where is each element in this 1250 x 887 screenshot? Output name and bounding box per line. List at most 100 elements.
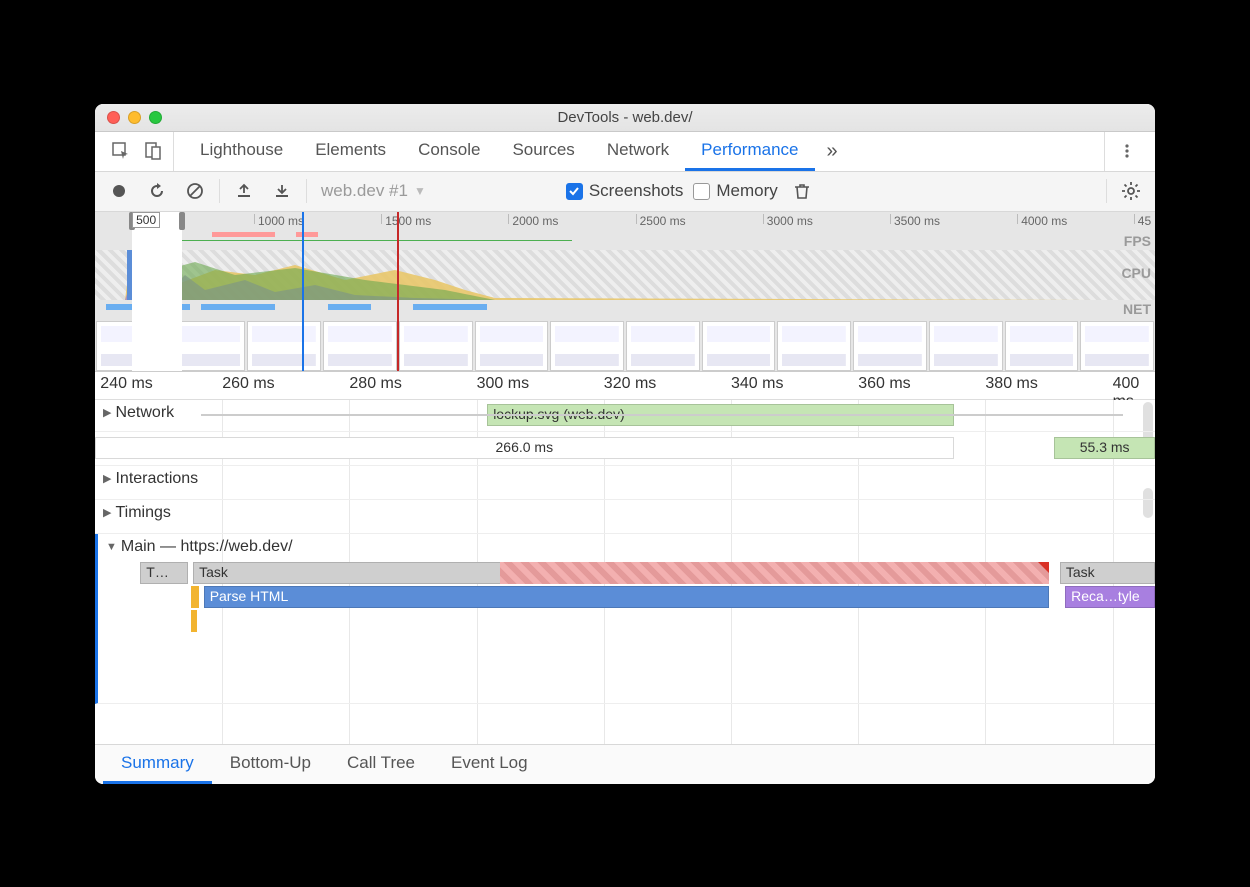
overview-tick: 2500 ms bbox=[636, 214, 686, 224]
details-tab-summary[interactable]: Summary bbox=[103, 745, 212, 784]
filmstrip-thumbnail[interactable] bbox=[702, 321, 776, 371]
filmstrip-thumbnail[interactable] bbox=[853, 321, 927, 371]
filmstrip-thumbnail[interactable] bbox=[550, 321, 624, 371]
flame-bar[interactable]: Reca…tyle bbox=[1065, 586, 1155, 608]
overview-tick: 4000 ms bbox=[1017, 214, 1067, 224]
filmstrip-thumbnail[interactable] bbox=[475, 321, 549, 371]
timeline-overview[interactable]: 5001000 ms1500 ms2000 ms2500 ms3000 ms35… bbox=[95, 212, 1155, 372]
tab-lighthouse[interactable]: Lighthouse bbox=[184, 132, 299, 171]
minimize-window-button[interactable] bbox=[128, 111, 141, 124]
task-bar[interactable]: Task bbox=[1060, 562, 1155, 584]
fps-lane-label: FPS bbox=[1124, 230, 1151, 252]
filmstrip-thumbnail[interactable] bbox=[247, 321, 321, 371]
chevron-right-icon: ▶ bbox=[103, 406, 111, 419]
details-tab-bottom-up[interactable]: Bottom-Up bbox=[212, 745, 329, 784]
filmstrip-thumbnail[interactable] bbox=[1005, 321, 1079, 371]
selection-end-handle[interactable] bbox=[179, 212, 185, 230]
track-timings[interactable]: ▶ Timings bbox=[95, 500, 1155, 534]
filmstrip-thumbnail[interactable] bbox=[399, 321, 473, 371]
track-frames[interactable]: ▶Frames 266.0 ms 55.3 ms bbox=[95, 432, 1155, 466]
save-profile-button[interactable] bbox=[268, 177, 296, 205]
reload-profile-button[interactable] bbox=[143, 177, 171, 205]
memory-label: Memory bbox=[716, 181, 777, 201]
network-waterfall-line bbox=[201, 414, 1123, 416]
cpu-activity-chart bbox=[95, 250, 1095, 300]
overview-filmstrip bbox=[95, 321, 1155, 371]
filmstrip-thumbnail[interactable] bbox=[1080, 321, 1154, 371]
more-menu-icon[interactable] bbox=[1113, 137, 1141, 165]
track-network-label: Network bbox=[115, 404, 174, 422]
memory-checkbox[interactable]: Memory bbox=[693, 181, 777, 201]
dropdown-chevron-icon: ▼ bbox=[414, 184, 426, 198]
garbage-collect-button[interactable] bbox=[788, 177, 816, 205]
filmstrip-thumbnail[interactable] bbox=[777, 321, 851, 371]
overview-tick: 45 bbox=[1134, 214, 1151, 224]
track-main[interactable]: ▼Main — https://web.dev/ T…TaskTaskParse… bbox=[95, 534, 1155, 704]
recording-selector[interactable]: web.dev #1 ▼ bbox=[321, 181, 426, 201]
script-eval-bar[interactable] bbox=[191, 586, 199, 608]
filmstrip-thumbnail[interactable] bbox=[626, 321, 700, 371]
panel-tabstrip: LighthouseElementsConsoleSourcesNetworkP… bbox=[95, 132, 1155, 172]
device-toggle-icon[interactable] bbox=[139, 137, 167, 165]
tracks-container[interactable]: ▶Network lockup.svg (web.dev) ▶Frames 26… bbox=[95, 400, 1155, 744]
fps-line bbox=[148, 240, 572, 242]
record-button[interactable] bbox=[105, 177, 133, 205]
window-titlebar: DevTools - web.dev/ bbox=[95, 104, 1155, 132]
flame-bar[interactable]: Parse HTML bbox=[204, 586, 1050, 608]
playhead-cursor-icon[interactable] bbox=[302, 212, 304, 371]
window-title: DevTools - web.dev/ bbox=[557, 109, 692, 126]
details-tab-call-tree[interactable]: Call Tree bbox=[329, 745, 433, 784]
detail-tick: 380 ms bbox=[985, 375, 1037, 393]
frame-bar[interactable]: 55.3 ms bbox=[1054, 437, 1155, 459]
chevron-right-icon: ▶ bbox=[103, 472, 111, 485]
script-eval-bar[interactable] bbox=[191, 610, 197, 632]
inspect-element-icon[interactable] bbox=[107, 137, 135, 165]
traffic-lights bbox=[95, 111, 162, 124]
detail-tick: 300 ms bbox=[477, 375, 529, 393]
filmstrip-thumbnail[interactable] bbox=[172, 321, 246, 371]
task-bar[interactable]: T… bbox=[140, 562, 188, 584]
detail-tick: 360 ms bbox=[858, 375, 910, 393]
tab-elements[interactable]: Elements bbox=[299, 132, 402, 171]
overview-tick: 3500 ms bbox=[890, 214, 940, 224]
tab-performance[interactable]: Performance bbox=[685, 132, 814, 171]
filmstrip-thumbnail[interactable] bbox=[929, 321, 1003, 371]
detail-tick: 320 ms bbox=[604, 375, 656, 393]
tab-sources[interactable]: Sources bbox=[496, 132, 590, 171]
devtools-window: DevTools - web.dev/ LighthouseElementsCo… bbox=[95, 104, 1155, 784]
track-interactions[interactable]: ▶ Interactions bbox=[95, 466, 1155, 500]
load-profile-button[interactable] bbox=[230, 177, 258, 205]
flame-chart-area: 240 ms260 ms280 ms300 ms320 ms340 ms360 … bbox=[95, 372, 1155, 744]
zoom-window-button[interactable] bbox=[149, 111, 162, 124]
details-tab-event-log[interactable]: Event Log bbox=[433, 745, 546, 784]
screenshots-label: Screenshots bbox=[589, 181, 684, 201]
detail-tick: 340 ms bbox=[731, 375, 783, 393]
close-window-button[interactable] bbox=[107, 111, 120, 124]
cpu-lane-label: CPU bbox=[1121, 262, 1151, 284]
filmstrip-thumbnail[interactable] bbox=[323, 321, 397, 371]
chevron-right-icon: ▶ bbox=[103, 506, 111, 519]
track-network[interactable]: ▶Network lockup.svg (web.dev) bbox=[95, 400, 1155, 432]
overview-selection[interactable] bbox=[132, 212, 182, 371]
track-main-label: Main — https://web.dev/ bbox=[121, 538, 293, 556]
track-interactions-label: Interactions bbox=[115, 470, 198, 488]
net-lane-label: NET bbox=[1123, 298, 1151, 320]
marker-cursor-icon[interactable] bbox=[397, 212, 399, 371]
chevron-down-icon: ▼ bbox=[106, 541, 117, 553]
frame-bar[interactable]: 266.0 ms bbox=[95, 437, 954, 459]
detail-tick: 280 ms bbox=[349, 375, 401, 393]
details-tabstrip: SummaryBottom-UpCall TreeEvent Log bbox=[95, 744, 1155, 784]
tab-network[interactable]: Network bbox=[591, 132, 685, 171]
checkbox-checked-icon bbox=[566, 183, 583, 200]
long-frame-marker bbox=[212, 232, 276, 237]
recording-name: web.dev #1 bbox=[321, 181, 408, 201]
clear-button[interactable] bbox=[181, 177, 209, 205]
detail-tick: 260 ms bbox=[222, 375, 274, 393]
screenshots-checkbox[interactable]: Screenshots bbox=[566, 181, 684, 201]
settings-gear-icon[interactable] bbox=[1117, 177, 1145, 205]
overview-tick: 1500 ms bbox=[381, 214, 431, 224]
tab-console[interactable]: Console bbox=[402, 132, 496, 171]
overflow-tabs-button[interactable]: » bbox=[815, 140, 850, 163]
checkbox-unchecked-icon bbox=[693, 183, 710, 200]
track-timings-label: Timings bbox=[115, 504, 170, 522]
